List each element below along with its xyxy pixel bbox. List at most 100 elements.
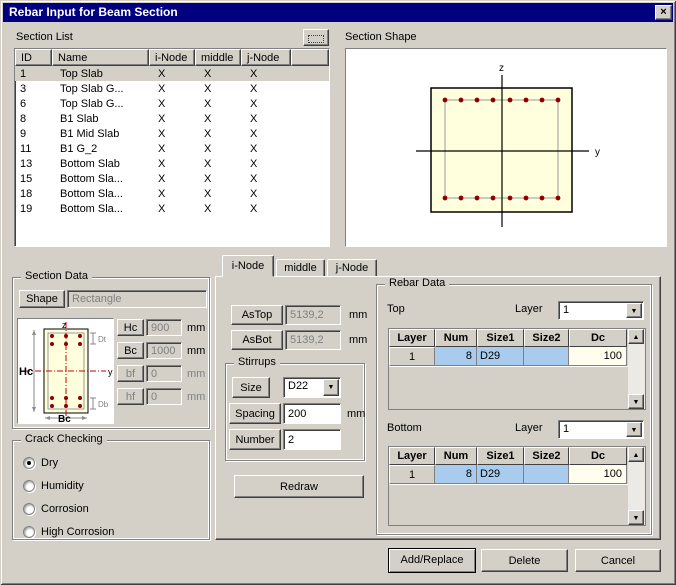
cell-name: B1 G_2 bbox=[60, 142, 98, 155]
stirrup-size-select[interactable]: D22 ▼ bbox=[283, 377, 341, 398]
cell-size2[interactable] bbox=[524, 465, 569, 484]
rebar-col-dc: Dc bbox=[569, 447, 627, 465]
section-list: ID Name i-Node middle j-Node 1 Top Slab X X… bbox=[14, 48, 330, 247]
stirrups-group-label: Stirrups bbox=[234, 356, 280, 368]
chevron-down-icon[interactable]: ▼ bbox=[626, 303, 642, 318]
radio-humidity[interactable] bbox=[23, 480, 35, 492]
rebar-col-size2: Size2 bbox=[524, 329, 569, 347]
cancel-button[interactable]: Cancel bbox=[575, 549, 661, 572]
column-header-id[interactable]: ID bbox=[15, 49, 52, 66]
radio-dry[interactable] bbox=[23, 457, 35, 469]
section-list-header: ID Name i-Node middle j-Node bbox=[15, 49, 329, 66]
column-header-filler bbox=[291, 49, 329, 66]
radio-high-corrosion[interactable] bbox=[23, 526, 35, 538]
cell-j-node: X bbox=[250, 187, 258, 200]
table-row[interactable]: 8 B1 Slab X X X bbox=[15, 111, 329, 126]
column-header-j-node[interactable]: j-Node bbox=[241, 49, 291, 66]
table-row[interactable]: 1 Top Slab X X X bbox=[15, 66, 329, 81]
table-row[interactable]: 15 Bottom Sla... X X X bbox=[15, 171, 329, 186]
redraw-button[interactable]: Redraw bbox=[234, 475, 364, 498]
column-header-name[interactable]: Name bbox=[52, 49, 149, 66]
rebar-dialog: { "window": { "title": "Rebar Input for … bbox=[0, 0, 676, 585]
rebar-col-size1: Size1 bbox=[477, 329, 524, 347]
bc-label: Bc bbox=[117, 342, 144, 359]
cell-layer[interactable]: 1 bbox=[389, 347, 435, 366]
scroll-up-icon[interactable]: ▲ bbox=[628, 447, 644, 462]
tab-i-node[interactable]: i-Node bbox=[222, 255, 274, 277]
column-header-i-node[interactable]: i-Node bbox=[149, 49, 195, 66]
cell-id: 11 bbox=[20, 142, 32, 155]
cell-dc[interactable]: 100 bbox=[569, 465, 627, 484]
table-row[interactable]: 13 Bottom Slab X X X bbox=[15, 156, 329, 171]
crack-checking-group-label: Crack Checking bbox=[21, 433, 107, 445]
rebar-bottom-scrollbar[interactable]: ▲ ▼ bbox=[628, 447, 645, 525]
title-bar[interactable]: Rebar Input for Beam Section × bbox=[3, 3, 673, 22]
cell-name: Bottom Sla... bbox=[60, 172, 123, 185]
table-row[interactable]: 6 Top Slab G... X X X bbox=[15, 96, 329, 111]
scroll-down-icon[interactable]: ▼ bbox=[628, 510, 644, 525]
close-button[interactable]: × bbox=[655, 5, 672, 20]
cell-middle: X bbox=[204, 112, 212, 125]
delete-button[interactable]: Delete bbox=[481, 549, 568, 572]
section-picker-button[interactable] bbox=[303, 29, 329, 46]
cell-name: Bottom Sla... bbox=[60, 187, 123, 200]
cell-num[interactable]: 8 bbox=[435, 347, 477, 366]
cell-size1[interactable]: D29 bbox=[477, 347, 524, 366]
stirrup-size-label: Size bbox=[232, 377, 270, 398]
cell-j-node: X bbox=[250, 67, 258, 80]
section-list-label: Section List bbox=[16, 31, 73, 43]
table-row[interactable]: 3 Top Slab G... X X X bbox=[15, 81, 329, 96]
cell-middle: X bbox=[204, 82, 212, 95]
cell-id: 13 bbox=[20, 157, 33, 170]
cell-middle: X bbox=[204, 157, 212, 170]
cell-j-node: X bbox=[250, 142, 258, 155]
cell-i-node: X bbox=[158, 187, 166, 200]
as-top-field: 5139,2 bbox=[285, 305, 341, 325]
cell-dc[interactable]: 100 bbox=[569, 347, 627, 366]
table-row[interactable]: 11 B1 G_2 X X X bbox=[15, 141, 329, 156]
cell-name: Bottom Slab bbox=[60, 157, 120, 170]
stirrup-spacing-input[interactable] bbox=[283, 403, 341, 424]
chevron-down-icon[interactable]: ▼ bbox=[323, 379, 339, 396]
rebar-col-dc: Dc bbox=[569, 329, 627, 347]
cell-j-node: X bbox=[250, 97, 258, 110]
hc-label: Hc bbox=[117, 319, 144, 336]
table-row[interactable]: 9 B1 Mid Slab X X X bbox=[15, 126, 329, 141]
tab-middle[interactable]: middle bbox=[276, 259, 325, 277]
chevron-down-icon[interactable]: ▼ bbox=[626, 422, 642, 437]
stirrup-spacing-unit: mm bbox=[347, 408, 366, 420]
section-diagram: z y Hc Bc Dt Db bbox=[17, 318, 114, 425]
add-replace-button[interactable]: Add/Replace bbox=[388, 548, 476, 573]
cell-i-node: X bbox=[158, 202, 166, 215]
table-row[interactable]: 18 Bottom Sla... X X X bbox=[15, 186, 329, 201]
as-bot-label: AsBot bbox=[231, 330, 283, 350]
i-node-tab-page: AsTop 5139,2 mm AsBot 5139,2 mm Stirrups… bbox=[215, 276, 661, 540]
stirrup-number-input[interactable] bbox=[283, 429, 341, 450]
radio-corrosion[interactable] bbox=[23, 503, 35, 515]
cell-name: Bottom Sla... bbox=[60, 202, 123, 215]
cell-middle: X bbox=[204, 202, 212, 215]
table-row[interactable]: 19 Bottom Sla... X X X bbox=[15, 201, 329, 216]
scroll-up-icon[interactable]: ▲ bbox=[628, 329, 644, 344]
section-data-group: Section Data Shape Rectangle z y Hc Bc D… bbox=[12, 270, 210, 429]
bf-unit: mm bbox=[187, 368, 206, 380]
cell-size1[interactable]: D29 bbox=[477, 465, 524, 484]
stirrup-spacing-label: Spacing bbox=[229, 403, 281, 424]
section-shape-drawing: z y bbox=[416, 63, 600, 227]
cell-j-node: X bbox=[250, 112, 258, 125]
rebar-bottom-layer-select[interactable]: 1 ▼ bbox=[558, 420, 644, 439]
cell-layer[interactable]: 1 bbox=[389, 465, 435, 484]
diagram-dt-label: Dt bbox=[98, 335, 107, 344]
rebar-top-layer-select[interactable]: 1 ▼ bbox=[558, 301, 644, 320]
cell-name: B1 Slab bbox=[60, 112, 99, 125]
rebar-top-label: Top bbox=[387, 303, 405, 315]
cell-num[interactable]: 8 bbox=[435, 465, 477, 484]
rebar-top-scrollbar[interactable]: ▲ ▼ bbox=[628, 329, 645, 409]
cell-size2[interactable] bbox=[524, 347, 569, 366]
tab-j-node[interactable]: j-Node bbox=[327, 259, 377, 277]
scroll-down-icon[interactable]: ▼ bbox=[628, 394, 644, 409]
hc-field: 900 bbox=[146, 319, 182, 336]
column-header-middle[interactable]: middle bbox=[195, 49, 241, 66]
rebar-col-layer: Layer bbox=[389, 329, 435, 347]
rebar-data-group: Rebar Data Top Layer 1 ▼ Layer Num Size1… bbox=[376, 277, 652, 535]
